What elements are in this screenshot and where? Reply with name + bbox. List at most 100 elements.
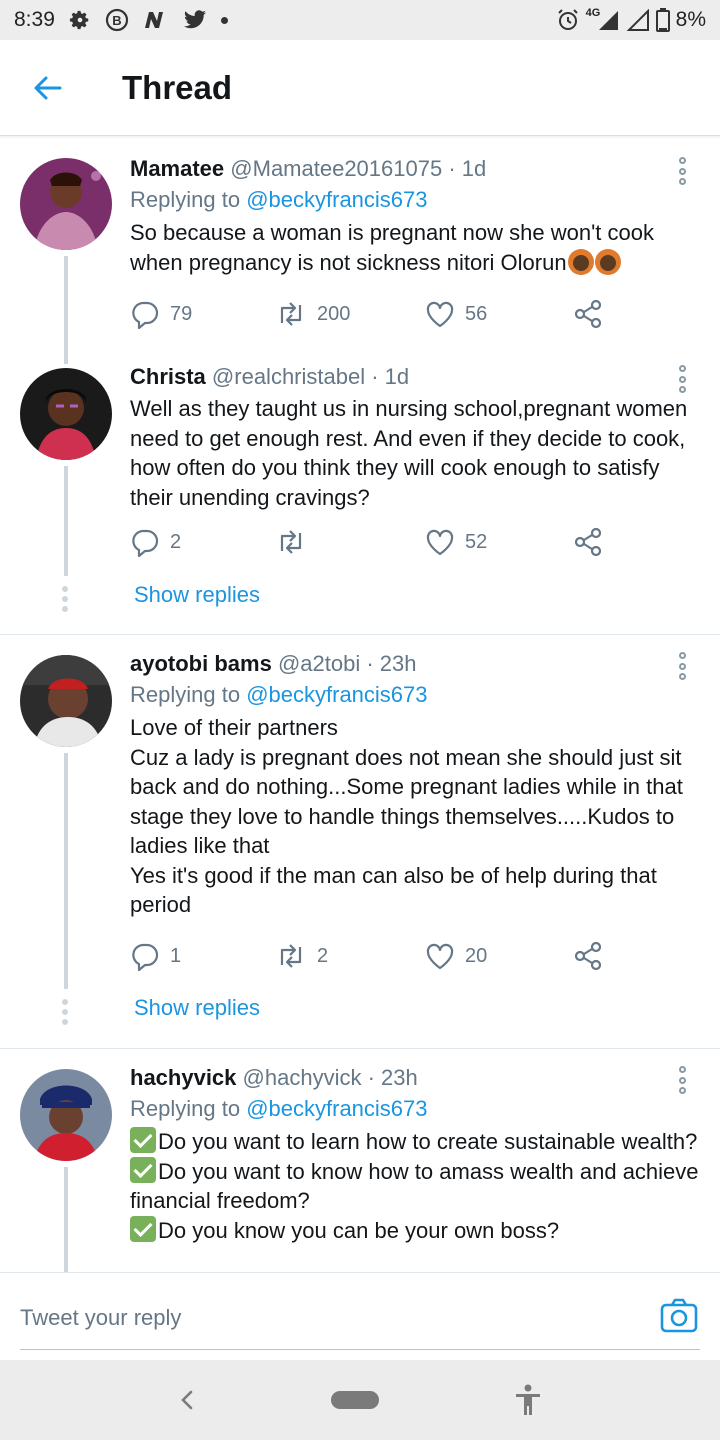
- share-icon: [574, 527, 602, 557]
- author-name[interactable]: hachyvick: [130, 1065, 236, 1090]
- tweet-text: Love of their partners Cuz a lady is pre…: [130, 715, 683, 917]
- system-nav-bar: [0, 1360, 720, 1440]
- network-label: 4G: [585, 7, 601, 19]
- like-button[interactable]: 52: [425, 522, 487, 562]
- n-icon: [143, 10, 169, 30]
- author-handle: @a2tobi: [277, 651, 361, 676]
- arrow-left-icon: [34, 76, 62, 99]
- status-time: 8:39: [14, 8, 55, 31]
- tweet-text: So because a woman is pregnant now she w…: [130, 220, 654, 275]
- more-options-icon[interactable]: [670, 1063, 694, 1097]
- author-name[interactable]: Mamatee: [130, 156, 224, 181]
- app-header: Thread: [0, 40, 720, 136]
- retweet-icon: [280, 944, 302, 968]
- back-button[interactable]: [0, 40, 96, 136]
- tweet-time: · 23h: [367, 1065, 418, 1090]
- like-button[interactable]: 56: [425, 294, 487, 334]
- wifi-signal-icon: [626, 9, 650, 31]
- reply-composer: Tweet your reply: [0, 1272, 720, 1360]
- share-icon: [574, 299, 602, 329]
- tweet-hachyvick[interactable]: hachyvick @hachyvick · 23h Replying to @…: [0, 1049, 720, 1272]
- reply-count: 2: [170, 530, 182, 553]
- chevron-left-icon: [181, 1390, 193, 1410]
- check-mark-icon: [130, 1156, 156, 1183]
- check-mark-icon: [130, 1215, 156, 1242]
- tweet-time: · 1d: [448, 156, 487, 181]
- avatar[interactable]: [20, 1069, 112, 1161]
- status-bar: 8:39 B 4G 8%: [0, 0, 720, 40]
- b-icon: B: [105, 8, 129, 32]
- avatar[interactable]: [20, 655, 112, 747]
- reply-button[interactable]: 2: [130, 522, 181, 562]
- avatar[interactable]: [20, 158, 112, 250]
- retweet-icon: [280, 302, 302, 326]
- tweet-christa[interactable]: Christa @realchristabel · 1d Well as the…: [0, 350, 720, 635]
- woman-gesturing-emoji: [567, 248, 594, 275]
- heart-icon: [426, 301, 454, 328]
- signal-icon: 4G: [585, 7, 620, 31]
- show-replies-link[interactable]: Show replies: [134, 582, 260, 608]
- author-handle: @Mamatee20161075: [230, 156, 443, 181]
- retweet-count: 2: [317, 944, 329, 967]
- share-icon: [574, 941, 602, 971]
- like-count: 20: [465, 944, 488, 967]
- settings-icon: [69, 9, 91, 31]
- tweet-time: · 1d: [371, 364, 410, 389]
- alarm-icon: [556, 8, 580, 32]
- replying-handle-link[interactable]: @beckyfrancis673: [246, 187, 427, 212]
- tweet-ayotobi-bams[interactable]: ayotobi bams @a2tobi · 23h Replying to @…: [0, 635, 720, 1049]
- replying-label: Replying to: [130, 187, 241, 212]
- author-name[interactable]: Christa: [130, 364, 206, 389]
- reply-icon: [132, 943, 159, 971]
- like-count: 56: [465, 302, 488, 325]
- woman-gesturing-emoji: [594, 248, 621, 275]
- like-button[interactable]: 20: [425, 936, 487, 976]
- replying-handle-link[interactable]: @beckyfrancis673: [246, 1096, 427, 1121]
- tweet-mamatee[interactable]: Mamatee @Mamatee20161075 · 1d Replying t…: [0, 140, 720, 350]
- retweet-count: 200: [317, 302, 351, 325]
- reply-count: 79: [170, 302, 193, 325]
- reply-icon: [132, 529, 159, 557]
- heart-icon: [426, 529, 454, 556]
- author-name[interactable]: ayotobi bams: [130, 651, 272, 676]
- thread-feed[interactable]: Mamatee @Mamatee20161075 · 1d Replying t…: [0, 140, 720, 1272]
- retweet-button[interactable]: [275, 522, 317, 562]
- notification-dot: [220, 16, 228, 24]
- reply-count: 1: [170, 944, 182, 967]
- battery-level: 8%: [675, 8, 706, 31]
- tweet-text: Well as they taught us in nursing school…: [130, 396, 688, 510]
- replying-label: Replying to: [130, 682, 241, 707]
- camera-icon[interactable]: [660, 1297, 698, 1335]
- tweet-text: Do you want to learn how to create susta…: [130, 1127, 699, 1243]
- nav-back-button[interactable]: [177, 1388, 197, 1412]
- author-handle: @realchristabel: [211, 364, 366, 389]
- reply-input[interactable]: Tweet your reply: [20, 1293, 620, 1343]
- avatar[interactable]: [20, 368, 112, 460]
- page-title: Thread: [122, 68, 233, 106]
- accessibility-icon[interactable]: [513, 1383, 543, 1417]
- replying-handle-link[interactable]: @beckyfrancis673: [246, 682, 427, 707]
- reply-icon: [132, 301, 159, 329]
- share-button[interactable]: [573, 522, 603, 562]
- share-button[interactable]: [573, 936, 603, 976]
- share-button[interactable]: [573, 294, 603, 334]
- retweet-icon: [280, 530, 302, 554]
- like-count: 52: [465, 530, 488, 553]
- more-options-icon[interactable]: [670, 154, 694, 188]
- heart-icon: [426, 943, 454, 970]
- svg-text:B: B: [112, 13, 121, 28]
- twitter-icon: [183, 10, 207, 30]
- more-options-icon[interactable]: [670, 649, 694, 683]
- replying-label: Replying to: [130, 1096, 241, 1121]
- more-options-icon[interactable]: [670, 362, 694, 396]
- retweet-button[interactable]: 2: [275, 936, 328, 976]
- tweet-time: · 23h: [366, 651, 417, 676]
- author-handle: @hachyvick: [242, 1065, 362, 1090]
- nav-home-button[interactable]: [331, 1391, 379, 1409]
- reply-button[interactable]: 1: [130, 936, 181, 976]
- check-mark-icon: [130, 1127, 156, 1153]
- retweet-button[interactable]: 200: [275, 294, 350, 334]
- show-replies-link[interactable]: Show replies: [134, 995, 260, 1021]
- battery-icon: [655, 8, 670, 32]
- reply-button[interactable]: 79: [130, 294, 192, 334]
